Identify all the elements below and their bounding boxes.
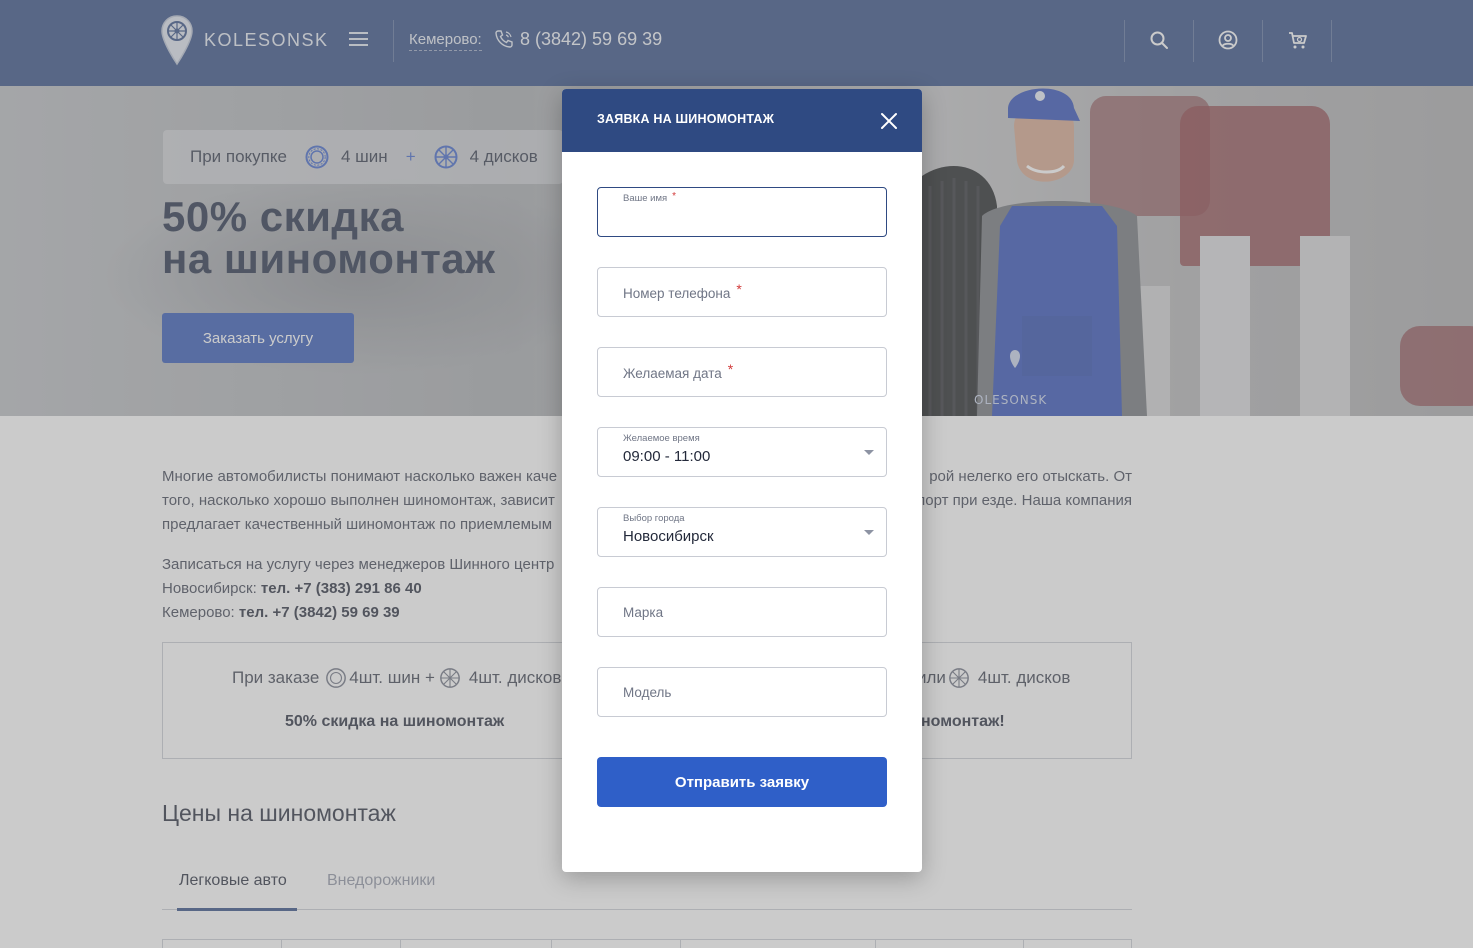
- chevron-down-icon: [864, 530, 874, 535]
- name-field[interactable]: Ваше имя *: [597, 187, 887, 237]
- name-field-label: Ваше имя *: [623, 191, 677, 204]
- date-field-placeholder: Желаемая дата *: [623, 361, 734, 381]
- model-field[interactable]: Модель: [597, 667, 887, 717]
- time-select-label: Желаемое время: [623, 433, 700, 444]
- date-field[interactable]: Желаемая дата *: [597, 347, 887, 397]
- city-select[interactable]: Выбор города Новосибирск: [597, 507, 887, 557]
- time-select[interactable]: Желаемое время 09:00 - 11:00: [597, 427, 887, 477]
- modal-header: ЗАЯВКА НА ШИНОМОНТАЖ: [562, 89, 922, 152]
- time-select-value: 09:00 - 11:00: [623, 448, 711, 465]
- modal-title: ЗАЯВКА НА ШИНОМОНТАЖ: [597, 112, 775, 126]
- model-field-placeholder: Модель: [623, 685, 672, 700]
- close-icon[interactable]: [880, 112, 898, 130]
- chevron-down-icon: [864, 450, 874, 455]
- submit-request-button[interactable]: Отправить заявку: [597, 757, 887, 807]
- city-select-value: Новосибирск: [623, 528, 714, 545]
- phone-field[interactable]: Номер телефона *: [597, 267, 887, 317]
- city-select-label: Выбор города: [623, 513, 685, 524]
- brand-field-placeholder: Марка: [623, 605, 664, 620]
- phone-field-placeholder: Номер телефона *: [623, 281, 742, 301]
- brand-field[interactable]: Марка: [597, 587, 887, 637]
- service-request-modal: ЗАЯВКА НА ШИНОМОНТАЖ Ваше имя * Номер тел…: [562, 89, 922, 872]
